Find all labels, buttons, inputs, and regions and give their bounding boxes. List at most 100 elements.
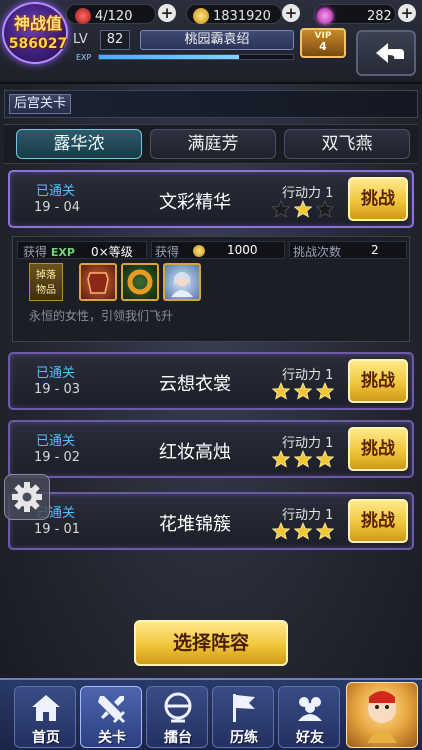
level-label: LV xyxy=(73,32,88,47)
tab-shuang-fei-yan[interactable]: 双飞燕 xyxy=(284,129,410,159)
tab-lu-hua-nong[interactable]: 露华浓 xyxy=(16,129,142,159)
drop-items-tag: 掉落 物品 xyxy=(29,263,63,301)
drop-item-armor[interactable] xyxy=(79,263,117,301)
nav-label: 好友 xyxy=(296,730,324,746)
player-title: 桃园霸袁绍 xyxy=(140,30,294,50)
settings-button[interactable] xyxy=(4,474,50,520)
stage-number: 19 - 01 xyxy=(34,522,81,537)
exp-progress-fill xyxy=(99,55,239,59)
stage-name: 花堆锦簇 xyxy=(159,514,231,535)
add-coins-button[interactable]: + xyxy=(282,4,300,22)
stamina-value: 4/120 xyxy=(95,9,133,24)
exp-reward-value: 0×等级 xyxy=(91,245,133,259)
star-filled-icon xyxy=(294,450,312,468)
friends-icon xyxy=(298,697,322,721)
star-empty-icon xyxy=(272,200,290,218)
stamina-cost: 行动力 1 xyxy=(282,436,334,451)
add-stamina-button[interactable]: + xyxy=(158,4,176,22)
stamina-resource: 4/120 xyxy=(66,4,156,24)
nav-label: 首页 xyxy=(32,730,60,746)
drop-item-hero-portrait[interactable] xyxy=(163,263,201,301)
stamina-cost: 行动力 1 xyxy=(282,186,334,201)
stamina-icon xyxy=(75,8,91,24)
gem-icon xyxy=(317,8,333,24)
flag-icon xyxy=(233,694,255,722)
section-title: 后宫关卡 xyxy=(9,94,72,114)
gear-icon xyxy=(12,482,42,512)
stage-name: 云想衣裳 xyxy=(159,374,231,395)
coin-icon xyxy=(193,8,209,24)
mascot-icon xyxy=(367,691,397,743)
challenge-button[interactable]: 挑战 xyxy=(348,427,408,471)
stage-number: 19 - 03 xyxy=(34,382,81,397)
nav-stages[interactable]: 关卡 xyxy=(80,686,142,748)
stamina-cost: 行动力 1 xyxy=(282,508,334,523)
exp-reward-label: 获得 xyxy=(23,245,48,259)
chapter-tabs: 露华浓 满庭芳 双飞燕 xyxy=(4,124,418,164)
nav-training[interactable]: 历练 xyxy=(212,686,274,748)
exp-icon: EXP xyxy=(50,246,75,259)
stage-status: 已通关 xyxy=(36,366,76,381)
stage-row[interactable]: 已通关 19 - 03 云想衣裳 行动力 1 挑战 xyxy=(8,352,414,410)
stage-row[interactable]: 已通关 19 - 01 花堆锦簇 行动力 1 挑战 xyxy=(8,492,414,550)
back-arrow-icon xyxy=(376,43,404,63)
add-gems-button[interactable]: + xyxy=(398,4,416,22)
gem-value: 282 xyxy=(367,9,392,24)
star-rating xyxy=(264,450,334,470)
star-filled-icon xyxy=(316,450,334,468)
stage-number: 19 - 04 xyxy=(34,200,81,215)
star-filled-icon xyxy=(294,200,312,218)
level-value: 82 xyxy=(100,30,130,50)
nav-friends[interactable]: 好友 xyxy=(278,686,340,748)
drop-tag-label: 掉落 xyxy=(36,270,56,281)
exp-label: EXP xyxy=(76,53,92,62)
arena-icon xyxy=(164,692,192,723)
challenge-button[interactable]: 挑战 xyxy=(348,499,408,543)
stage-name: 文彩精华 xyxy=(159,192,231,213)
challenge-button[interactable]: 挑战 xyxy=(348,177,408,221)
stage-name: 红妆高烛 xyxy=(159,442,231,463)
star-empty-icon xyxy=(316,200,334,218)
stage-detail-panel: 获得 EXP 0×等级 获得 1000 挑战次数 2 掉落 物品 永恒的女性，引… xyxy=(12,236,410,342)
section-header: 后宫关卡 xyxy=(4,90,418,118)
power-badge[interactable]: 神战值 586027 xyxy=(2,2,68,64)
star-filled-icon xyxy=(316,522,334,540)
nav-arena[interactable]: 擂台 xyxy=(146,686,208,748)
vip-badge[interactable]: VIP 4 xyxy=(300,28,346,58)
nav-home[interactable]: 首页 xyxy=(14,686,76,748)
back-button[interactable] xyxy=(356,30,416,76)
star-filled-icon xyxy=(272,382,290,400)
nav-label: 关卡 xyxy=(98,730,126,746)
select-lineup-button[interactable]: 选择阵容 xyxy=(134,620,288,666)
drop-item-ring[interactable] xyxy=(121,263,159,301)
stage-row[interactable]: 已通关 19 - 02 红妆高烛 行动力 1 挑战 xyxy=(8,420,414,478)
ring-icon xyxy=(127,269,153,295)
star-rating xyxy=(264,522,334,542)
stamina-cost: 行动力 1 xyxy=(282,368,334,383)
stage-number: 19 - 02 xyxy=(34,450,81,465)
challenge-button[interactable]: 挑战 xyxy=(348,359,408,403)
power-value: 586027 xyxy=(8,36,68,52)
vip-level: 4 xyxy=(319,40,327,53)
star-filled-icon xyxy=(272,450,290,468)
exp-reward: 获得 EXP xyxy=(23,243,75,261)
star-filled-icon xyxy=(294,382,312,400)
stage-description: 永恒的女性，引领我们飞升 xyxy=(29,309,174,323)
coin-reward-value: 1000 xyxy=(227,243,258,257)
nav-label: 擂台 xyxy=(164,730,192,746)
star-filled-icon xyxy=(316,382,334,400)
tab-man-ting-fang[interactable]: 满庭芳 xyxy=(150,129,276,159)
home-icon xyxy=(32,695,60,721)
hero-portrait-icon xyxy=(171,272,193,297)
drop-tag-sub: 物品 xyxy=(36,285,56,296)
stage-row[interactable]: 已通关 19 - 04 文彩精华 行动力 1 挑战 xyxy=(8,170,414,228)
coin-icon xyxy=(193,245,205,257)
star-filled-icon xyxy=(294,522,312,540)
coin-reward-label: 获得 xyxy=(155,245,180,259)
mascot-avatar-button[interactable] xyxy=(346,682,418,748)
coin-value: 1831920 xyxy=(213,9,271,24)
attempts-label: 挑战次数 xyxy=(293,245,342,259)
coin-resource: 1831920 xyxy=(186,4,282,24)
armor-icon xyxy=(87,272,109,294)
star-rating xyxy=(264,382,334,402)
